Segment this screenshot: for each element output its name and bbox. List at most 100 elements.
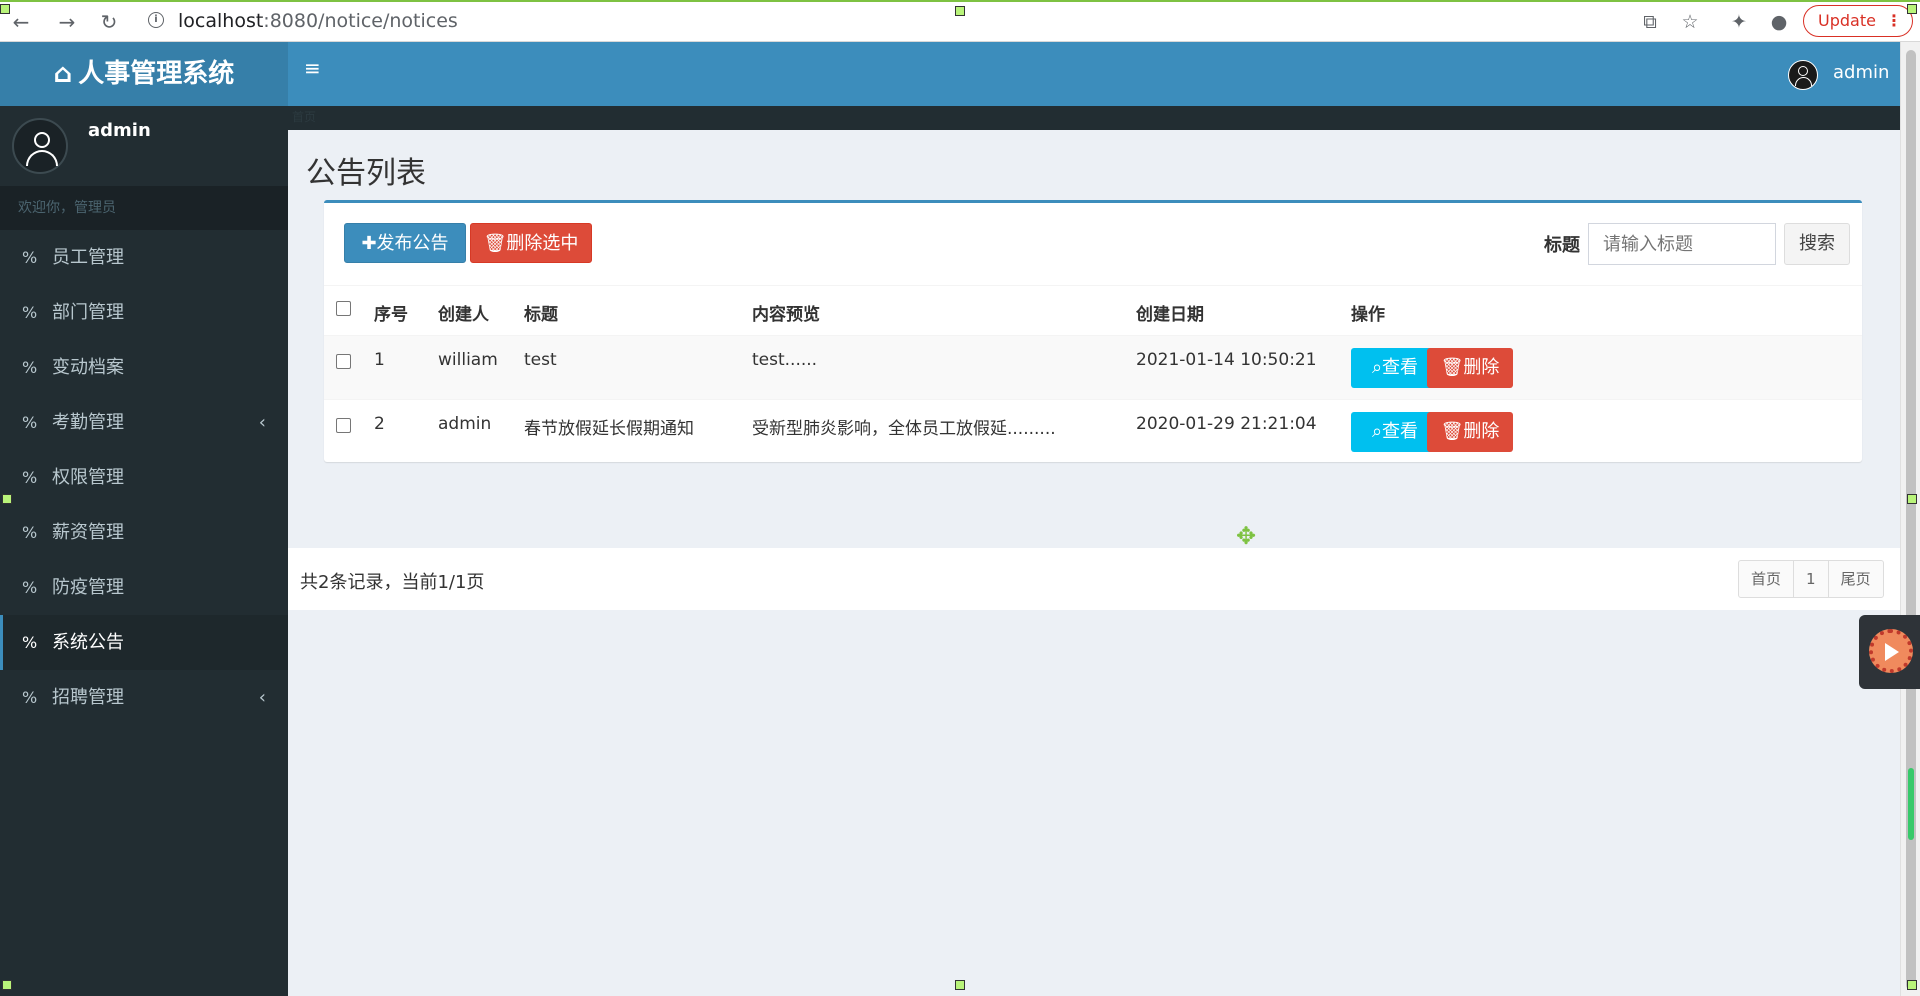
sidebar-item[interactable]: % 变动档案 bbox=[0, 340, 288, 395]
header-date: 创建日期 bbox=[1136, 305, 1204, 325]
view-button[interactable]: ⌕查看 bbox=[1351, 412, 1439, 452]
cell-preview: test...... bbox=[752, 350, 818, 370]
search-button[interactable]: 搜索 bbox=[1784, 223, 1850, 265]
row-checkbox[interactable] bbox=[336, 418, 351, 433]
pager-page[interactable]: 1 bbox=[1793, 561, 1828, 597]
forward-arrow-icon[interactable]: → bbox=[54, 9, 80, 35]
sidebar: ⌂ 人事管理系统 admin 欢迎你，管理员 % 员工管理% 部门管理% 变动档案% 考勤… bbox=[0, 42, 288, 996]
bookmark-star-icon[interactable]: ☆ bbox=[1677, 9, 1703, 35]
resize-handle[interactable] bbox=[1907, 980, 1917, 990]
profile-icon[interactable]: ● bbox=[1766, 9, 1792, 35]
home-icon: ⌂ bbox=[53, 59, 73, 89]
cell-id: 1 bbox=[374, 350, 385, 370]
scroll-thumb[interactable] bbox=[1906, 50, 1916, 990]
cell-title: 春节放假延长假期通知 bbox=[524, 419, 694, 439]
back-arrow-icon[interactable]: ← bbox=[8, 9, 34, 35]
sidebar-menu: % 员工管理% 部门管理% 变动档案% 考勤管理 ‹% 权限管理% 薪资管理% 防疫管理% 系统公… bbox=[0, 230, 288, 725]
sidebar-toggle-icon[interactable]: ≡ bbox=[304, 58, 322, 78]
floating-widget[interactable] bbox=[1859, 615, 1920, 689]
search-icon: ⌕ bbox=[1371, 421, 1383, 442]
welcome-text: 欢迎你，管理员 bbox=[0, 186, 288, 230]
sidebar-item-label: 员工管理 bbox=[52, 247, 124, 268]
record-count: 共2条记录，当前1/1页 bbox=[300, 572, 485, 593]
top-user-name[interactable]: admin bbox=[1833, 62, 1889, 83]
sidebar-user-name: admin bbox=[88, 120, 151, 141]
sidebar-item[interactable]: % 权限管理 bbox=[0, 450, 288, 505]
url-host: localhost bbox=[178, 10, 264, 32]
link-icon: % bbox=[22, 413, 38, 432]
app-title: 人事管理系统 bbox=[78, 59, 235, 89]
header-actions: 操作 bbox=[1351, 305, 1385, 325]
sidebar-item[interactable]: % 招聘管理 ‹ bbox=[0, 670, 288, 725]
resize-handle[interactable] bbox=[1907, 4, 1917, 14]
cell-date: 2021-01-14 10:50:21 bbox=[1136, 350, 1317, 370]
pager: 首页 1 尾页 bbox=[1738, 560, 1884, 598]
delete-button[interactable]: 🗑删除 bbox=[1427, 412, 1513, 452]
resize-handle[interactable] bbox=[955, 980, 965, 990]
more-menu-icon: ⋮ bbox=[1886, 11, 1902, 30]
sidebar-item[interactable]: % 部门管理 bbox=[0, 285, 288, 340]
publish-label: 发布公告 bbox=[376, 233, 449, 254]
header-id: 序号 bbox=[374, 305, 408, 325]
link-icon: % bbox=[22, 523, 38, 542]
row-checkbox[interactable] bbox=[336, 354, 351, 369]
pager-last[interactable]: 尾页 bbox=[1827, 561, 1883, 597]
top-avatar[interactable] bbox=[1788, 60, 1818, 90]
resize-handle[interactable] bbox=[955, 6, 965, 16]
main-content: 公告列表 ✚发布公告 🗑删除选中 标题 搜索 序号 创建人 标题 内容预览 创建… bbox=[288, 130, 1900, 996]
site-info-icon[interactable]: i bbox=[148, 12, 164, 28]
header-title: 标题 bbox=[524, 305, 558, 325]
cell-date: 2020-01-29 21:21:04 bbox=[1136, 414, 1317, 434]
sidebar-item[interactable]: % 员工管理 bbox=[0, 230, 288, 285]
link-icon: % bbox=[22, 303, 38, 322]
url-text: localhost:8080/notice/notices bbox=[178, 10, 458, 32]
chevron-left-icon: ‹ bbox=[258, 687, 266, 708]
sidebar-item-label: 变动档案 bbox=[52, 357, 124, 378]
select-all-checkbox[interactable] bbox=[336, 301, 351, 316]
move-handle-icon[interactable]: ✥ bbox=[1236, 524, 1260, 548]
notice-box: ✚发布公告 🗑删除选中 标题 搜索 序号 创建人 标题 内容预览 创建日期 操作… bbox=[324, 200, 1862, 462]
update-button[interactable]: Update ⋮ bbox=[1803, 5, 1913, 37]
resize-handle[interactable] bbox=[1907, 494, 1917, 504]
table-body: 1 william test test...... 2021-01-14 10:50:2… bbox=[324, 335, 1862, 463]
sidebar-item-label: 防疫管理 bbox=[52, 577, 124, 598]
breadcrumb-home[interactable]: 首页 bbox=[292, 108, 316, 125]
address-bar[interactable]: i localhost:8080/notice/notices bbox=[140, 6, 1640, 36]
cell-creator: william bbox=[438, 350, 498, 370]
publish-notice-button[interactable]: ✚发布公告 bbox=[344, 223, 466, 263]
sidebar-item-label: 招聘管理 bbox=[52, 687, 124, 708]
cell-creator: admin bbox=[438, 414, 492, 434]
sidebar-item[interactable]: % 防疫管理 bbox=[0, 560, 288, 615]
search-input[interactable] bbox=[1588, 223, 1776, 265]
extensions-icon[interactable]: ✦ bbox=[1726, 9, 1752, 35]
link-icon: % bbox=[22, 688, 38, 707]
page-title: 公告列表 bbox=[306, 156, 426, 191]
table-header: 序号 创建人 标题 内容预览 创建日期 操作 bbox=[324, 285, 1862, 335]
link-icon: % bbox=[22, 468, 38, 487]
sidebar-item[interactable]: % 薪资管理 bbox=[0, 505, 288, 560]
header-creator: 创建人 bbox=[438, 305, 489, 325]
delete-button[interactable]: 🗑删除 bbox=[1427, 348, 1513, 388]
header-preview: 内容预览 bbox=[752, 305, 820, 325]
link-icon: % bbox=[22, 578, 38, 597]
cell-preview: 受新型肺炎影响，全体员工放假延......... bbox=[752, 419, 1056, 439]
view-button[interactable]: ⌕查看 bbox=[1351, 348, 1439, 388]
sidebar-item-label: 权限管理 bbox=[52, 467, 124, 488]
resize-handle[interactable] bbox=[2, 980, 12, 990]
trash-icon: 🗑 bbox=[1440, 357, 1464, 378]
sidebar-item-label: 考勤管理 bbox=[52, 412, 124, 433]
resize-handle[interactable] bbox=[0, 4, 10, 14]
resize-handle[interactable] bbox=[2, 494, 12, 504]
pager-first[interactable]: 首页 bbox=[1739, 561, 1793, 597]
top-navbar: ≡ admin bbox=[288, 42, 1900, 106]
table-row: 2 admin 春节放假延长假期通知 受新型肺炎影响，全体员工放假延.........… bbox=[324, 399, 1862, 463]
reload-icon[interactable]: ↻ bbox=[96, 9, 122, 35]
sidebar-item[interactable]: % 系统公告 bbox=[0, 615, 288, 670]
delete-selected-button[interactable]: 🗑删除选中 bbox=[470, 223, 592, 263]
url-path: :8080/notice/notices bbox=[263, 10, 458, 32]
page-scrollbar[interactable] bbox=[1900, 42, 1920, 996]
translate-icon[interactable]: ⧉ bbox=[1637, 9, 1663, 35]
app-logo[interactable]: ⌂ 人事管理系统 bbox=[0, 42, 288, 106]
search-label: 标题 bbox=[1544, 235, 1580, 256]
sidebar-item[interactable]: % 考勤管理 ‹ bbox=[0, 395, 288, 450]
